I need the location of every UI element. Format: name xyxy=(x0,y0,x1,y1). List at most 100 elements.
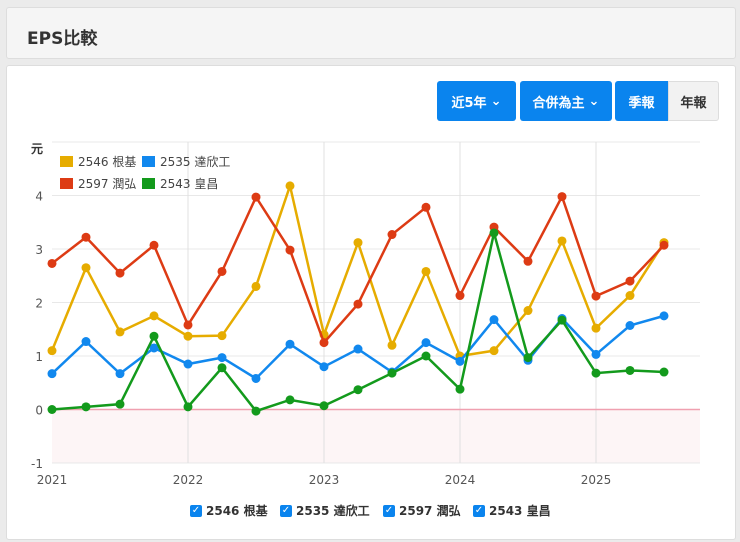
data-point xyxy=(591,323,601,333)
legend-label: 2597 潤弘 xyxy=(78,177,137,191)
data-point xyxy=(149,331,159,341)
data-point xyxy=(81,337,91,347)
data-point xyxy=(115,369,125,379)
data-point xyxy=(81,402,91,412)
data-point xyxy=(115,268,125,278)
legend-label: 2543 皇昌 xyxy=(160,177,219,191)
checkbox-label: 2546 根基 xyxy=(206,504,268,518)
data-point xyxy=(353,385,363,395)
y-axis-label: 元 xyxy=(31,142,43,156)
x-tick-label: 2024 xyxy=(445,473,476,487)
data-point xyxy=(387,368,397,378)
data-point xyxy=(489,228,499,238)
checkbox-checked-icon: ✓ xyxy=(280,504,292,517)
x-tick-label: 2025 xyxy=(581,473,612,487)
data-point xyxy=(285,181,295,191)
data-point xyxy=(659,240,669,250)
data-point xyxy=(489,315,499,325)
series-checkbox[interactable]: ✓ 2535 達欣工 xyxy=(280,502,370,519)
data-point xyxy=(251,373,261,383)
y-tick-label: -1 xyxy=(31,457,43,471)
data-point xyxy=(47,405,57,414)
data-point xyxy=(387,230,397,240)
data-point xyxy=(625,276,635,286)
data-point xyxy=(523,353,533,363)
data-point xyxy=(47,258,57,268)
series-checkbox[interactable]: ✓ 2543 皇昌 xyxy=(473,502,551,519)
data-point xyxy=(625,321,635,331)
x-tick-label: 2023 xyxy=(309,473,340,487)
data-point xyxy=(557,236,567,246)
y-tick-label: 1 xyxy=(35,350,43,364)
checkbox-label: 2543 皇昌 xyxy=(489,504,551,518)
data-point xyxy=(217,363,227,373)
data-point xyxy=(81,232,91,242)
data-point xyxy=(421,266,431,276)
legend-swatch xyxy=(142,178,155,189)
legend-item[interactable]: 2597 潤弘 xyxy=(60,175,136,192)
data-point xyxy=(353,238,363,248)
negative-region xyxy=(52,409,700,463)
data-point xyxy=(217,353,227,363)
legend-item[interactable]: 2535 達欣工 xyxy=(142,153,230,170)
legend-swatch xyxy=(60,178,73,189)
y-tick-label: 4 xyxy=(35,190,43,204)
data-point xyxy=(217,266,227,276)
data-point xyxy=(47,369,57,379)
data-point xyxy=(387,340,397,350)
y-tick-label: 3 xyxy=(35,243,43,257)
x-tick-label: 2022 xyxy=(173,473,204,487)
data-point xyxy=(183,359,193,369)
data-point xyxy=(557,315,567,325)
data-point xyxy=(217,331,227,341)
data-point xyxy=(285,245,295,255)
data-point xyxy=(489,346,499,356)
series-checkbox[interactable]: ✓ 2546 根基 xyxy=(190,502,268,519)
data-point xyxy=(319,362,329,372)
data-point xyxy=(659,367,669,377)
legend-label: 2546 根基 xyxy=(78,155,137,169)
data-point xyxy=(523,256,533,266)
legend-item[interactable]: 2546 根基 xyxy=(60,153,136,170)
data-point xyxy=(285,395,295,405)
data-point xyxy=(47,346,57,356)
data-point xyxy=(659,311,669,321)
data-point xyxy=(81,263,91,273)
y-tick-label: 0 xyxy=(35,404,43,418)
series-checkbox[interactable]: ✓ 2597 潤弘 xyxy=(383,502,461,519)
checkbox-checked-icon: ✓ xyxy=(190,504,202,517)
checkbox-label: 2597 潤弘 xyxy=(399,504,461,518)
checkbox-checked-icon: ✓ xyxy=(383,504,395,517)
data-point xyxy=(591,368,601,378)
data-point xyxy=(353,344,363,354)
data-point xyxy=(183,402,193,412)
data-point xyxy=(455,291,465,301)
data-point xyxy=(455,356,465,366)
data-point xyxy=(319,401,329,411)
data-point xyxy=(251,281,261,291)
data-point xyxy=(251,192,261,202)
legend-swatch xyxy=(60,156,73,167)
data-point xyxy=(149,240,159,250)
data-point xyxy=(319,338,329,348)
data-point xyxy=(557,192,567,202)
data-point xyxy=(285,339,295,349)
data-point xyxy=(625,365,635,375)
checkbox-label: 2535 達欣工 xyxy=(296,504,370,518)
data-point xyxy=(421,351,431,361)
eps-line-chart: 2021 2022 2023 2024 2025 4 3 2 1 0 -1 元 xyxy=(31,141,700,487)
data-point xyxy=(115,327,125,337)
legend-swatch xyxy=(142,156,155,167)
data-point xyxy=(421,338,431,348)
y-tick-label: 2 xyxy=(35,297,43,311)
x-tick-label: 2021 xyxy=(37,473,68,487)
data-point xyxy=(523,306,533,316)
data-point xyxy=(115,399,125,409)
data-point xyxy=(591,349,601,359)
data-point xyxy=(183,331,193,341)
data-point xyxy=(625,291,635,301)
legend-item[interactable]: 2543 皇昌 xyxy=(142,175,218,192)
data-point xyxy=(353,299,363,309)
legend-label: 2535 達欣工 xyxy=(160,155,231,169)
data-point xyxy=(183,320,193,330)
